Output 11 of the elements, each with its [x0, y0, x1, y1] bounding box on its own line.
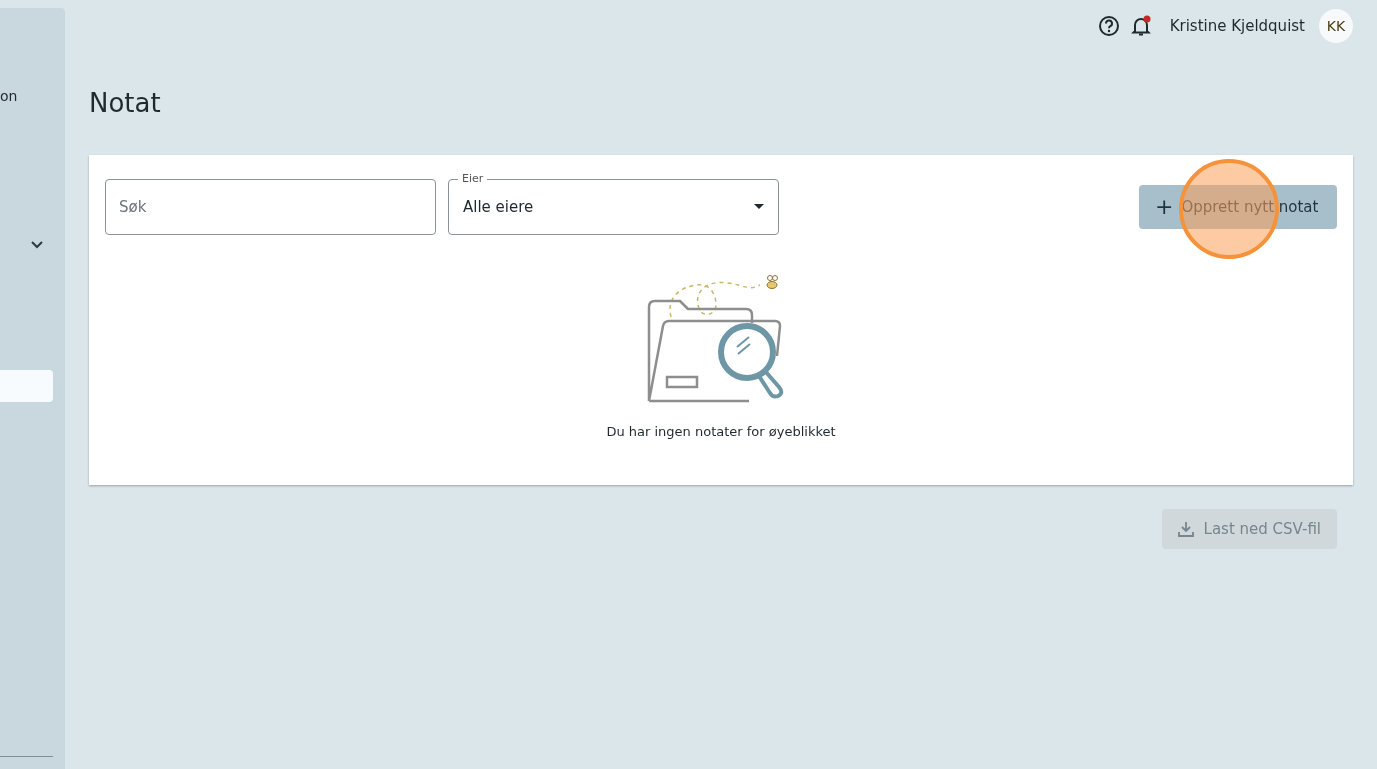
download-icon	[1177, 521, 1194, 537]
notification-bell-icon[interactable]	[1129, 15, 1152, 37]
user-name: Kristine Kjeldquist	[1169, 17, 1305, 35]
help-icon[interactable]	[1097, 15, 1120, 37]
empty-state-message: Du har ingen notater for øyeblikket	[606, 424, 836, 439]
search-field[interactable]: Søk	[105, 179, 436, 235]
sidebar-item-label[interactable]: on	[0, 88, 18, 104]
page-title: Notat	[89, 88, 161, 118]
chevron-down-icon[interactable]	[30, 240, 44, 250]
dropdown-caret-icon	[754, 204, 764, 210]
user-avatar[interactable]: KK	[1319, 9, 1353, 43]
